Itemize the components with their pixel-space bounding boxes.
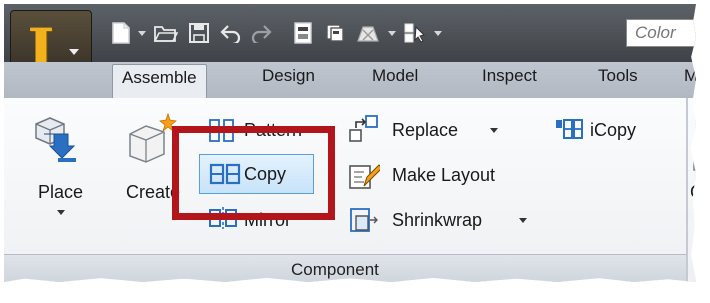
tab-overflow[interactable]: M bbox=[684, 66, 696, 86]
new-file-icon[interactable] bbox=[108, 21, 134, 45]
redo-icon[interactable] bbox=[248, 21, 274, 45]
select-priority-icon[interactable] bbox=[402, 21, 428, 45]
save-icon[interactable] bbox=[186, 21, 212, 45]
make-layout-label[interactable]: Make Layout bbox=[392, 165, 495, 186]
app-menu-arrow-icon bbox=[69, 49, 79, 55]
ribbon-tab-bar: Assemble Design Model Inspect Tools M bbox=[4, 62, 696, 98]
tab-model[interactable]: Model bbox=[372, 66, 418, 86]
tab-tools[interactable]: Tools bbox=[598, 66, 638, 86]
replace-dropdown-arrow[interactable] bbox=[490, 128, 498, 133]
appearance-dropdown-arrow[interactable] bbox=[388, 31, 396, 36]
next-group-label[interactable]: Co bbox=[690, 182, 696, 203]
project-icon[interactable] bbox=[290, 21, 316, 45]
screenshot-stage: Color I Assemble Design Model Inspect To… bbox=[0, 0, 710, 303]
replace-icon[interactable] bbox=[348, 114, 380, 149]
shrinkwrap-label[interactable]: Shrinkwrap bbox=[392, 210, 482, 231]
replace-label[interactable]: Replace bbox=[392, 120, 458, 141]
tab-inspect[interactable]: Inspect bbox=[482, 66, 537, 86]
copy-design-icon[interactable] bbox=[322, 21, 348, 45]
undo-icon[interactable] bbox=[218, 21, 244, 45]
create-icon[interactable] bbox=[122, 112, 178, 173]
tab-assemble[interactable]: Assemble bbox=[112, 64, 207, 98]
place-dropdown-arrow[interactable] bbox=[57, 210, 65, 215]
color-selector[interactable]: Color bbox=[626, 19, 696, 47]
select-dropdown-arrow[interactable] bbox=[434, 31, 442, 36]
tab-design[interactable]: Design bbox=[262, 66, 315, 86]
group-label: Component bbox=[291, 260, 379, 279]
place-label[interactable]: Place bbox=[38, 182, 83, 203]
place-icon[interactable] bbox=[30, 112, 84, 171]
next-group-icon[interactable] bbox=[692, 144, 696, 177]
shrinkwrap-dropdown-arrow[interactable] bbox=[519, 218, 527, 223]
icopy-icon[interactable] bbox=[554, 118, 584, 147]
make-layout-icon[interactable] bbox=[348, 162, 383, 197]
appearance-icon[interactable] bbox=[354, 21, 382, 45]
open-folder-icon[interactable] bbox=[152, 21, 180, 45]
component-group-bar: Component bbox=[4, 254, 686, 282]
new-dropdown-arrow[interactable] bbox=[138, 31, 146, 36]
icopy-label[interactable]: iCopy bbox=[590, 120, 636, 141]
ribbon-window: Color I Assemble Design Model Inspect To… bbox=[4, 4, 696, 282]
annotation-highlight-frame bbox=[172, 126, 335, 220]
group-separator bbox=[686, 98, 688, 282]
shrinkwrap-icon[interactable] bbox=[348, 206, 380, 241]
quick-access-toolbar: Color bbox=[4, 4, 696, 62]
